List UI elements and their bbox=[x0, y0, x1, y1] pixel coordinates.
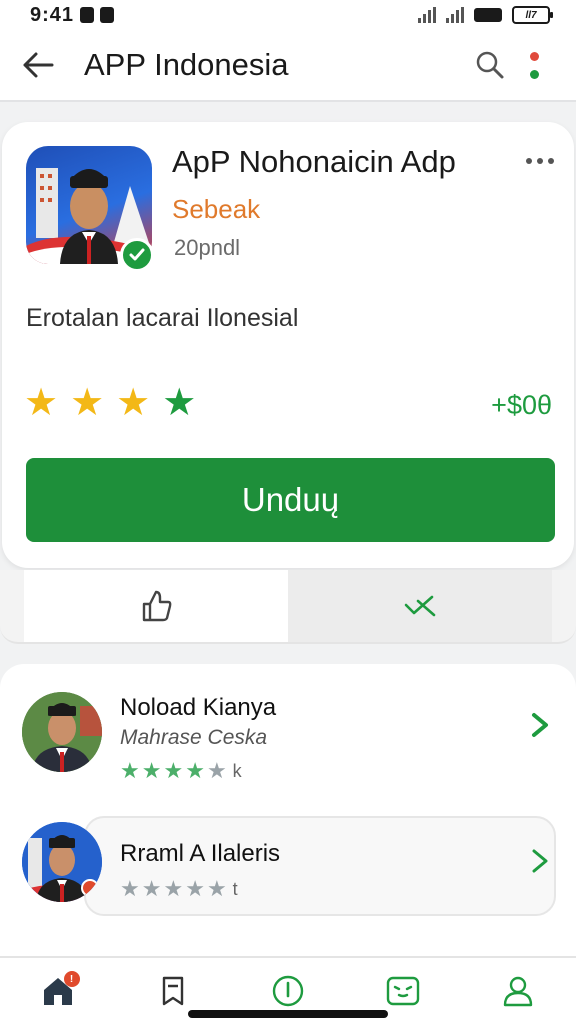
related-apps-list: Noload Kianya Mahrase Ceska ★ ★ ★ ★ ★ k Rraml… bbox=[0, 664, 576, 964]
app-detail-card: ApP Nohonaicin Adp Sebeak 20pndl Erotala… bbox=[2, 122, 574, 568]
star-icon: ★ bbox=[185, 876, 205, 901]
menu-dot-red bbox=[529, 51, 539, 61]
app-developer[interactable]: Sebeak bbox=[172, 194, 260, 225]
chevron-right-icon bbox=[530, 712, 550, 746]
app-description: Erotalan lacarai Ilonesial bbox=[26, 304, 299, 332]
clock-text: 9:41 bbox=[30, 3, 75, 26]
avatar bbox=[22, 822, 102, 902]
like-button[interactable] bbox=[24, 570, 288, 642]
status-time: 9:41 bbox=[30, 3, 115, 27]
thumbs-up-icon bbox=[142, 590, 172, 622]
overflow-menu-button[interactable] bbox=[512, 43, 556, 87]
star-icon: ★ bbox=[24, 382, 59, 424]
search-button[interactable] bbox=[468, 43, 512, 87]
star-icon: ★ bbox=[206, 876, 227, 901]
info-icon bbox=[272, 975, 304, 1007]
status-indicators: ll7 bbox=[418, 6, 553, 24]
battery-saver-icon bbox=[474, 8, 502, 22]
check-icon bbox=[129, 248, 145, 261]
star-icon: ★ bbox=[116, 382, 151, 424]
app-size: 20pndl bbox=[174, 235, 241, 260]
notification-icon bbox=[80, 7, 95, 23]
dismiss-button[interactable] bbox=[288, 570, 552, 642]
star-icon: ★ bbox=[206, 758, 227, 783]
search-icon bbox=[476, 51, 504, 79]
status-bar: 9:41 ll7 bbox=[0, 0, 576, 30]
more-options-button[interactable] bbox=[526, 152, 554, 170]
list-item-rating: ★ ★ ★ ★ ★ k bbox=[120, 760, 242, 782]
home-indicator[interactable] bbox=[188, 1010, 388, 1018]
menu-dot-green bbox=[529, 69, 539, 79]
download-button[interactable]: Unduų bbox=[26, 458, 555, 542]
rating-suffix: t bbox=[232, 878, 238, 899]
list-item-rating: ★ ★ ★ ★ ★ t bbox=[120, 878, 238, 900]
games-icon bbox=[386, 976, 420, 1006]
signal-icon bbox=[418, 7, 436, 23]
star-icon: ★ bbox=[163, 758, 184, 783]
list-item[interactable]: Rraml A Ilaleris ★ ★ ★ ★ ★ t bbox=[0, 816, 576, 932]
more-dot-icon bbox=[548, 158, 554, 164]
app-name: ApP Nohonaicin Adp bbox=[172, 144, 456, 179]
profile-icon bbox=[504, 976, 533, 1007]
menu-dots-icon bbox=[529, 51, 539, 79]
list-item-title: Noload Kianya bbox=[120, 694, 277, 721]
star-icon: ★ bbox=[70, 382, 105, 424]
rating-suffix: k bbox=[232, 760, 242, 781]
more-dot-icon bbox=[537, 158, 543, 164]
back-button[interactable] bbox=[20, 47, 56, 83]
avatar bbox=[22, 692, 102, 772]
notification-badge: ! bbox=[63, 971, 80, 987]
star-icon: ★ bbox=[185, 758, 205, 783]
chevron-right-icon bbox=[530, 848, 550, 882]
bookmark-icon bbox=[162, 976, 183, 1006]
star-icon: ★ bbox=[120, 876, 140, 901]
avatar-image bbox=[22, 692, 102, 772]
battery-icon: ll7 bbox=[512, 6, 553, 24]
star-icon: ★ bbox=[162, 382, 197, 424]
list-item-title: Rraml A Ilaleris bbox=[120, 840, 281, 867]
app-rating-stars: ★ ★ ★ ★ bbox=[24, 384, 196, 422]
star-icon: ★ bbox=[141, 876, 162, 901]
feedback-actions bbox=[0, 570, 576, 644]
app-header: APP Indonesia bbox=[0, 30, 576, 102]
list-item-subtitle: Mahrase Ceska bbox=[120, 726, 268, 749]
check-cross-icon bbox=[404, 595, 436, 617]
star-icon: ★ bbox=[141, 758, 162, 783]
battery-label: ll7 bbox=[525, 9, 537, 21]
list-item[interactable]: Noload Kianya Mahrase Ceska ★ ★ ★ ★ ★ k bbox=[0, 686, 576, 802]
back-arrow-icon bbox=[23, 52, 54, 78]
more-dot-icon bbox=[526, 158, 532, 164]
star-icon: ★ bbox=[120, 758, 140, 783]
price-tag: +$0θ bbox=[491, 390, 552, 420]
verified-badge bbox=[120, 238, 154, 272]
avatar-image bbox=[22, 822, 102, 902]
page-title: APP Indonesia bbox=[84, 47, 289, 82]
nav-home[interactable]: ! bbox=[28, 965, 88, 1017]
star-icon: ★ bbox=[163, 876, 184, 901]
wifi-signal-icon bbox=[446, 7, 464, 23]
notification-icon-2 bbox=[100, 7, 115, 23]
nav-profile[interactable] bbox=[488, 965, 548, 1017]
